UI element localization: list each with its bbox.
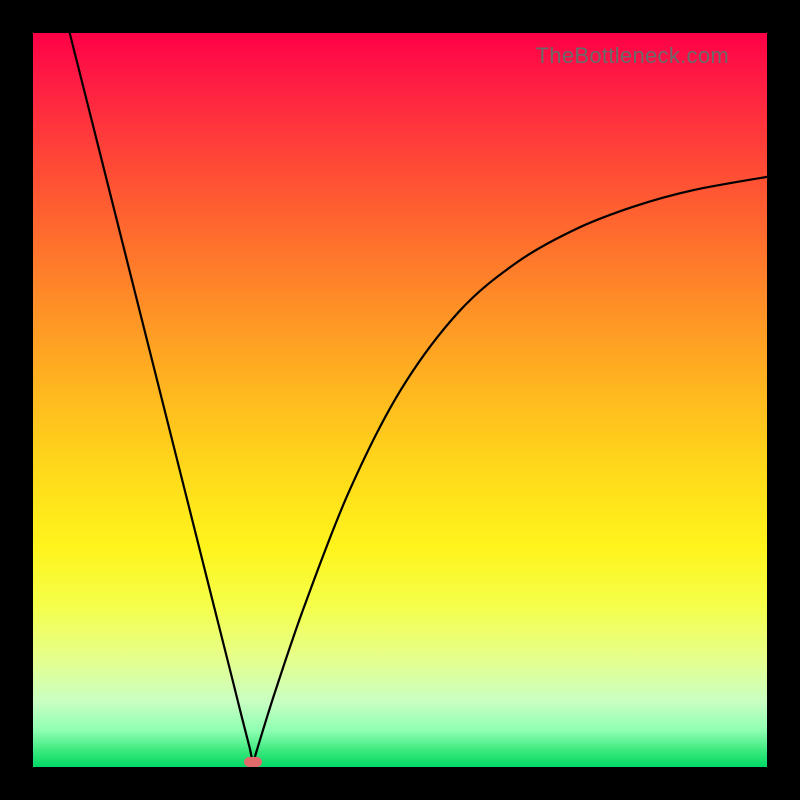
plot-area: TheBottleneck.com (33, 33, 767, 767)
bottleneck-curve (70, 33, 767, 762)
curve-svg (33, 33, 767, 767)
minimum-marker-icon (244, 757, 262, 767)
chart-frame: TheBottleneck.com (0, 0, 800, 800)
